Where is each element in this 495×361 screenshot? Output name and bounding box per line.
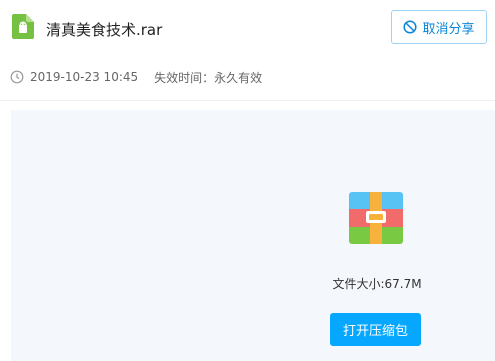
file-size: 文件大小:67.7M bbox=[332, 277, 422, 291]
cancel-share-button[interactable]: 取消分享 bbox=[391, 10, 487, 44]
file-name: 清真美食技术.rar bbox=[46, 21, 163, 39]
cancel-share-label: 取消分享 bbox=[422, 21, 475, 37]
archive-icon bbox=[349, 192, 403, 244]
expiry-text: 失效时间：永久有效 bbox=[154, 70, 263, 85]
divider bbox=[0, 100, 495, 101]
android-file-icon bbox=[12, 14, 34, 39]
cancel-icon bbox=[403, 20, 418, 34]
share-date: 2019-10-23 10:45 bbox=[30, 70, 139, 84]
open-archive-button[interactable]: 打开压缩包 bbox=[330, 313, 421, 346]
share-meta: 2019-10-23 10:45 失效时间：永久有效 bbox=[10, 68, 262, 86]
clock-icon bbox=[10, 70, 24, 84]
file-preview-panel: 文件大小:67.7M 打开压缩包 bbox=[11, 110, 495, 361]
